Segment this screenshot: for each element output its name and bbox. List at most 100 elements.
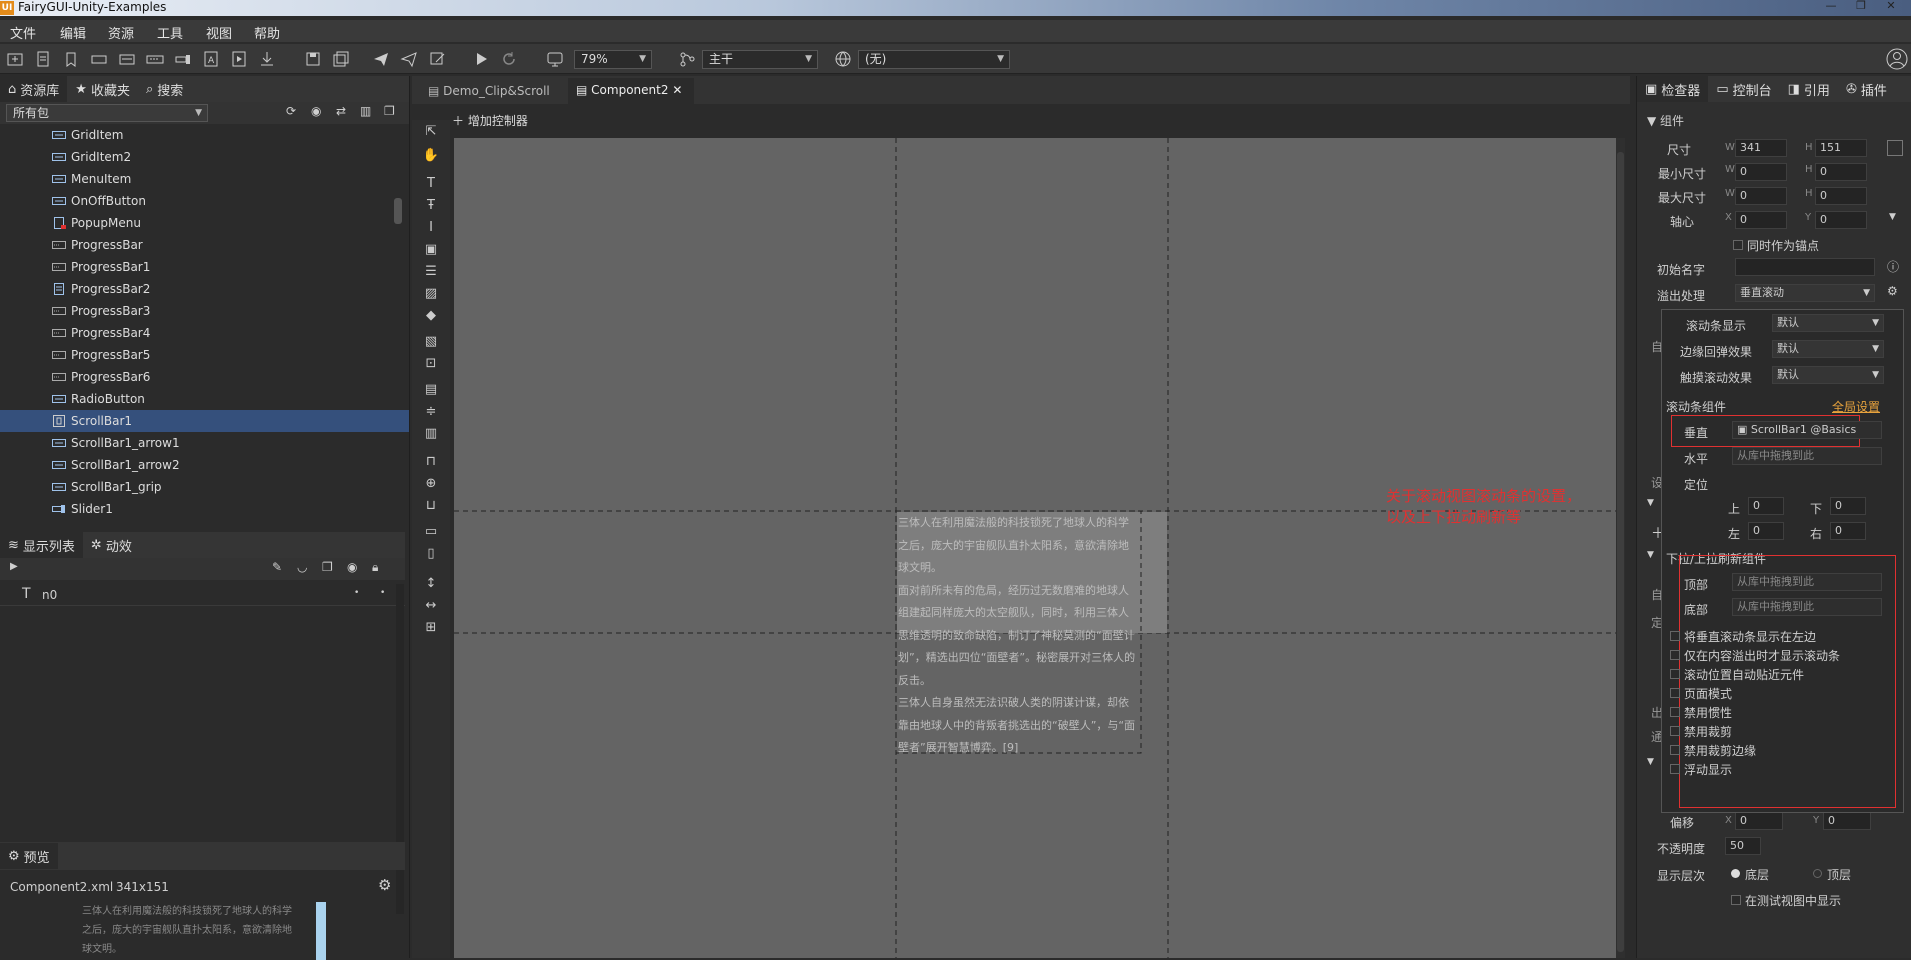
library-item[interactable]: ProgressBar5	[0, 344, 409, 366]
same-height-icon[interactable]: ↕	[420, 576, 442, 591]
library-item[interactable]: MenuItem	[0, 168, 409, 190]
play-small-icon[interactable]: ▶	[10, 561, 18, 572]
option-checkbox[interactable]	[1670, 745, 1680, 755]
align-center-icon[interactable]: ≑	[420, 404, 442, 419]
option-checkbox[interactable]	[1670, 726, 1680, 736]
library-scrollbar-thumb[interactable]	[394, 198, 402, 224]
distribute-v-icon[interactable]: ▯	[420, 546, 442, 561]
tab-component2[interactable]: ▤ Component2 ✕	[568, 78, 694, 104]
horizontal-scrollbar-field[interactable]: 从库中拖拽到此	[1732, 447, 1882, 465]
zoom-select[interactable]: 79% ▼	[574, 50, 652, 69]
option-checkbox[interactable]	[1670, 707, 1680, 717]
library-item[interactable]: ScrollBar1_arrow1	[0, 432, 409, 454]
image-tool-icon[interactable]: ▣	[420, 242, 442, 257]
user-avatar-icon[interactable]	[1886, 48, 1908, 70]
offset-y-input[interactable]: 0	[1823, 812, 1871, 830]
new-package-icon[interactable]	[6, 50, 24, 68]
display-list-row[interactable]: T n0 • •	[0, 584, 405, 606]
info-icon[interactable]: ⓘ	[1887, 258, 1899, 275]
lock-dot-icon[interactable]: •	[380, 588, 385, 598]
tab-transitions[interactable]: ✲ 动效	[83, 532, 140, 558]
select-arrow-icon[interactable]: ⇱	[420, 124, 442, 139]
menu-edit[interactable]: 编辑	[60, 23, 86, 42]
tab-inspector[interactable]: ▣ 检查器	[1637, 76, 1709, 102]
menu-help[interactable]: 帮助	[254, 23, 280, 42]
visible-dot-icon[interactable]: •	[354, 588, 359, 598]
opacity-input[interactable]: 50	[1725, 837, 1761, 855]
loader-tool-icon[interactable]: ▨	[420, 286, 442, 301]
branch-select[interactable]: 主干 ▼	[702, 50, 818, 69]
new-component-icon[interactable]	[34, 50, 52, 68]
header-component-field[interactable]: 从库中拖拽到此	[1732, 573, 1882, 591]
overflow-select[interactable]: 垂直滚动 ▼	[1735, 284, 1875, 302]
settings-gear-icon[interactable]: ⚙	[378, 876, 391, 894]
hide-icon[interactable]: ◡	[297, 560, 307, 574]
menu-tools[interactable]: 工具	[157, 23, 183, 42]
library-item[interactable]: RadioButton	[0, 388, 409, 410]
group-tool-icon[interactable]: ⊡	[420, 356, 442, 371]
margin-bottom-input[interactable]: 0	[1830, 497, 1866, 515]
swap-icon[interactable]: ⇄	[336, 104, 346, 118]
max-height-input[interactable]: 0	[1815, 187, 1867, 205]
library-item[interactable]: GridItem2	[0, 146, 409, 168]
collapse-arrow-icon[interactable]: ▼	[1647, 550, 1654, 560]
new-font-icon[interactable]	[62, 50, 80, 68]
align-top-icon[interactable]: ⊓	[420, 454, 442, 469]
option-checkbox[interactable]	[1670, 764, 1680, 774]
menu-assets[interactable]: 资源	[108, 23, 134, 42]
option-checkbox[interactable]	[1670, 669, 1680, 679]
library-item[interactable]: Slider1	[0, 498, 409, 520]
text-tool-icon[interactable]: T	[420, 176, 442, 191]
tab-preview[interactable]: ⚙ 预览	[0, 843, 58, 869]
library-item[interactable]: GridItem	[0, 124, 409, 146]
tab-demo-clip-scroll[interactable]: ▤ Demo_Clip&Scroll	[420, 80, 566, 104]
chevron-down-icon[interactable]: ▼	[1889, 212, 1896, 222]
tab-display-list[interactable]: ≋ 显示列表	[0, 532, 83, 558]
maximize-button[interactable]: ❐	[1848, 0, 1874, 14]
pivot-y-input[interactable]: 0	[1815, 211, 1867, 229]
library-item[interactable]: OnOffButton	[0, 190, 409, 212]
menu-view[interactable]: 视图	[206, 23, 232, 42]
library-item[interactable]: PopupMenu	[0, 212, 409, 234]
refresh-icon[interactable]	[500, 50, 518, 68]
test-view-checkbox[interactable]	[1731, 895, 1741, 905]
add-controller-button[interactable]: ＋ 增加控制器	[452, 112, 528, 129]
align-bottom-icon[interactable]: ⊔	[420, 498, 442, 513]
new-text-icon[interactable]: A	[202, 50, 220, 68]
lock-icon[interactable]: 🔒︎	[372, 560, 378, 575]
vertical-scrollbar-field[interactable]: ▣ ScrollBar1 @Basics	[1732, 421, 1882, 439]
scroll-text-field[interactable]: 三体人在利用魔法般的科技锁死了地球人的科学之后，庞大的宇宙舰队直扑太阳系，意欲清…	[898, 512, 1136, 760]
fullscreen-icon[interactable]	[1887, 140, 1903, 156]
package-select[interactable]: 所有包 ▼	[6, 104, 208, 122]
edit-icon[interactable]: ✎	[272, 560, 282, 574]
play-icon[interactable]	[472, 50, 490, 68]
hand-pan-icon[interactable]: ✋	[420, 148, 442, 163]
option-checkbox[interactable]	[1670, 631, 1680, 641]
canvas-scrollbar[interactable]	[1616, 138, 1625, 958]
new-combobox-icon[interactable]	[146, 50, 164, 68]
language-select[interactable]: (无) ▼	[858, 50, 1010, 69]
min-height-input[interactable]: 0	[1815, 163, 1867, 181]
option-checkbox[interactable]	[1670, 650, 1680, 660]
library-item[interactable]: ProgressBar4	[0, 322, 409, 344]
init-name-input[interactable]	[1735, 258, 1875, 276]
library-item[interactable]: ProgressBar3	[0, 300, 409, 322]
pivot-x-input[interactable]: 0	[1735, 211, 1787, 229]
option-checkbox[interactable]	[1670, 688, 1680, 698]
canvas-scrollbar-thumb[interactable]	[1617, 152, 1624, 952]
same-width-icon[interactable]: ↔	[420, 598, 442, 613]
size-height-input[interactable]: 151	[1815, 139, 1867, 157]
tab-references[interactable]: ◨ 引用	[1780, 76, 1838, 102]
global-settings-link[interactable]: 全局设置	[1832, 398, 1880, 415]
tab-library[interactable]: ⌂ 资源库	[0, 76, 68, 102]
collapse-arrow-icon[interactable]: ▼	[1647, 757, 1654, 767]
bounce-select[interactable]: 默认 ▼	[1772, 340, 1884, 358]
anchor-checkbox[interactable]	[1733, 240, 1743, 250]
menu-file[interactable]: 文件	[10, 23, 36, 42]
footer-component-field[interactable]: 从库中拖拽到此	[1732, 598, 1882, 616]
library-item[interactable]: ScrollBar1	[0, 410, 409, 432]
size-width-input[interactable]: 341	[1735, 139, 1787, 157]
save-icon[interactable]	[304, 50, 322, 68]
new-slider-icon[interactable]	[174, 50, 192, 68]
library-item[interactable]: ProgressBar2	[0, 278, 409, 300]
